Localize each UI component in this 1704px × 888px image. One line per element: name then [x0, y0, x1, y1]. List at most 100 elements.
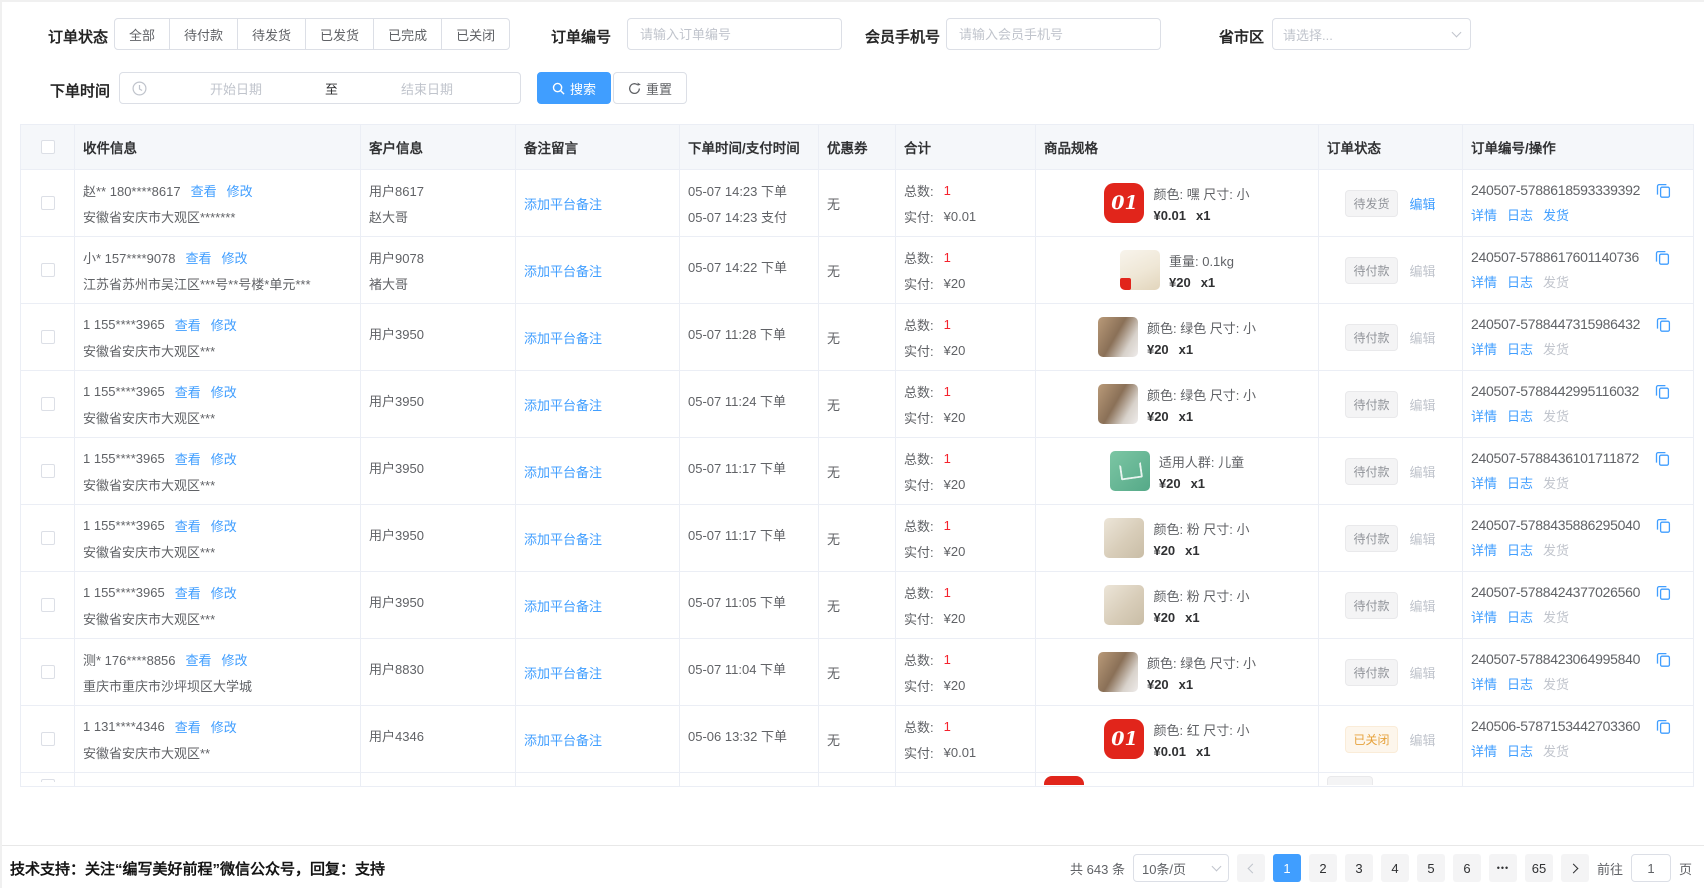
ship-link[interactable]: 发货: [1543, 473, 1569, 492]
view-address-link[interactable]: 查看: [175, 315, 201, 334]
ship-link[interactable]: 发货: [1543, 674, 1569, 693]
ship-link[interactable]: 发货: [1543, 406, 1569, 425]
ship-link[interactable]: 发货: [1543, 607, 1569, 626]
row-checkbox[interactable]: [41, 598, 55, 612]
detail-link[interactable]: 详情: [1471, 272, 1497, 291]
view-address-link[interactable]: 查看: [186, 248, 212, 267]
log-link[interactable]: 日志: [1507, 339, 1533, 358]
log-link[interactable]: 日志: [1507, 741, 1533, 760]
row-checkbox[interactable]: [41, 196, 55, 210]
detail-link[interactable]: 详情: [1471, 339, 1497, 358]
copy-icon[interactable]: [1656, 317, 1671, 332]
edit-order-link[interactable]: 编辑: [1410, 462, 1436, 481]
log-link[interactable]: 日志: [1507, 607, 1533, 626]
copy-icon[interactable]: [1656, 652, 1671, 667]
row-checkbox[interactable]: [41, 397, 55, 411]
detail-link[interactable]: 详情: [1471, 473, 1497, 492]
page-button-2[interactable]: 2: [1309, 854, 1337, 882]
modify-address-link[interactable]: 修改: [222, 650, 248, 669]
page-button-6[interactable]: 6: [1453, 854, 1481, 882]
log-link[interactable]: 日志: [1507, 205, 1533, 224]
modify-address-link[interactable]: 修改: [211, 583, 237, 602]
next-page-button[interactable]: [1561, 854, 1589, 882]
page-size-select[interactable]: 10条/页: [1133, 854, 1229, 882]
search-button[interactable]: 搜索: [537, 72, 611, 104]
edit-order-link[interactable]: 编辑: [1410, 395, 1436, 414]
add-platform-remark-link[interactable]: 添加平台备注: [524, 663, 671, 682]
add-platform-remark-link[interactable]: 添加平台备注: [524, 529, 671, 548]
add-platform-remark-link[interactable]: 添加平台备注: [524, 395, 671, 414]
view-address-link[interactable]: 查看: [175, 583, 201, 602]
copy-icon[interactable]: [1655, 384, 1670, 399]
page-button-1[interactable]: 1: [1273, 854, 1301, 882]
edit-order-link[interactable]: 编辑: [1410, 194, 1436, 213]
filter-status-all[interactable]: 全部: [114, 18, 170, 50]
modify-address-link[interactable]: 修改: [227, 181, 253, 200]
copy-icon[interactable]: [1655, 250, 1670, 265]
edit-order-link[interactable]: 编辑: [1410, 596, 1436, 615]
detail-link[interactable]: 详情: [1471, 607, 1497, 626]
goto-page-input[interactable]: [1631, 854, 1671, 882]
reset-button[interactable]: 重置: [613, 72, 687, 104]
copy-icon[interactable]: [1656, 518, 1671, 533]
add-platform-remark-link[interactable]: 添加平台备注: [524, 730, 671, 749]
modify-address-link[interactable]: 修改: [211, 382, 237, 401]
prev-page-button[interactable]: [1237, 854, 1265, 882]
row-checkbox[interactable]: [41, 531, 55, 545]
add-platform-remark-link[interactable]: 添加平台备注: [524, 261, 671, 280]
edit-order-link[interactable]: 编辑: [1410, 663, 1436, 682]
page-button-4[interactable]: 4: [1381, 854, 1409, 882]
modify-address-link[interactable]: 修改: [211, 516, 237, 535]
region-select[interactable]: 请选择...: [1272, 18, 1471, 50]
add-platform-remark-link[interactable]: 添加平台备注: [524, 462, 671, 481]
view-address-link[interactable]: 查看: [175, 717, 201, 736]
copy-icon[interactable]: [1656, 183, 1671, 198]
filter-status-shipped[interactable]: 已发货: [305, 18, 374, 50]
detail-link[interactable]: 详情: [1471, 741, 1497, 760]
row-checkbox[interactable]: [41, 263, 55, 277]
ship-link[interactable]: 发货: [1543, 540, 1569, 559]
add-platform-remark-link[interactable]: 添加平台备注: [524, 596, 671, 615]
detail-link[interactable]: 详情: [1471, 406, 1497, 425]
select-all-checkbox[interactable]: [41, 140, 55, 154]
log-link[interactable]: 日志: [1507, 540, 1533, 559]
ship-link[interactable]: 发货: [1543, 205, 1569, 224]
log-link[interactable]: 日志: [1507, 272, 1533, 291]
add-platform-remark-link[interactable]: 添加平台备注: [524, 328, 671, 347]
edit-order-link[interactable]: 编辑: [1410, 261, 1436, 280]
detail-link[interactable]: 详情: [1471, 674, 1497, 693]
copy-icon[interactable]: [1655, 451, 1670, 466]
view-address-link[interactable]: 查看: [191, 181, 217, 200]
row-checkbox[interactable]: [41, 330, 55, 344]
modify-address-link[interactable]: 修改: [222, 248, 248, 267]
order-no-input[interactable]: [627, 18, 842, 50]
detail-link[interactable]: 详情: [1471, 205, 1497, 224]
log-link[interactable]: 日志: [1507, 473, 1533, 492]
detail-link[interactable]: 详情: [1471, 540, 1497, 559]
filter-status-pending-payment[interactable]: 待付款: [169, 18, 238, 50]
more-pages-button[interactable]: •••: [1489, 854, 1517, 882]
row-checkbox[interactable]: [41, 732, 55, 746]
page-button-3[interactable]: 3: [1345, 854, 1373, 882]
log-link[interactable]: 日志: [1507, 406, 1533, 425]
page-button-65[interactable]: 65: [1525, 854, 1553, 882]
modify-address-link[interactable]: 修改: [211, 315, 237, 334]
edit-order-link[interactable]: 编辑: [1410, 328, 1436, 347]
filter-status-completed[interactable]: 已完成: [373, 18, 442, 50]
modify-address-link[interactable]: 修改: [211, 449, 237, 468]
add-platform-remark-link[interactable]: 添加平台备注: [524, 194, 671, 213]
row-checkbox[interactable]: [41, 464, 55, 478]
copy-icon[interactable]: [1656, 719, 1671, 734]
member-phone-input[interactable]: [946, 18, 1161, 50]
view-address-link[interactable]: 查看: [175, 449, 201, 468]
row-checkbox[interactable]: [41, 665, 55, 679]
order-time-range-picker[interactable]: 开始日期 至 结束日期: [119, 72, 521, 104]
log-link[interactable]: 日志: [1507, 674, 1533, 693]
edit-order-link[interactable]: 编辑: [1410, 529, 1436, 548]
ship-link[interactable]: 发货: [1543, 272, 1569, 291]
view-address-link[interactable]: 查看: [175, 382, 201, 401]
filter-status-closed[interactable]: 已关闭: [441, 18, 510, 50]
ship-link[interactable]: 发货: [1543, 339, 1569, 358]
edit-order-link[interactable]: 编辑: [1410, 730, 1436, 749]
view-address-link[interactable]: 查看: [186, 650, 212, 669]
